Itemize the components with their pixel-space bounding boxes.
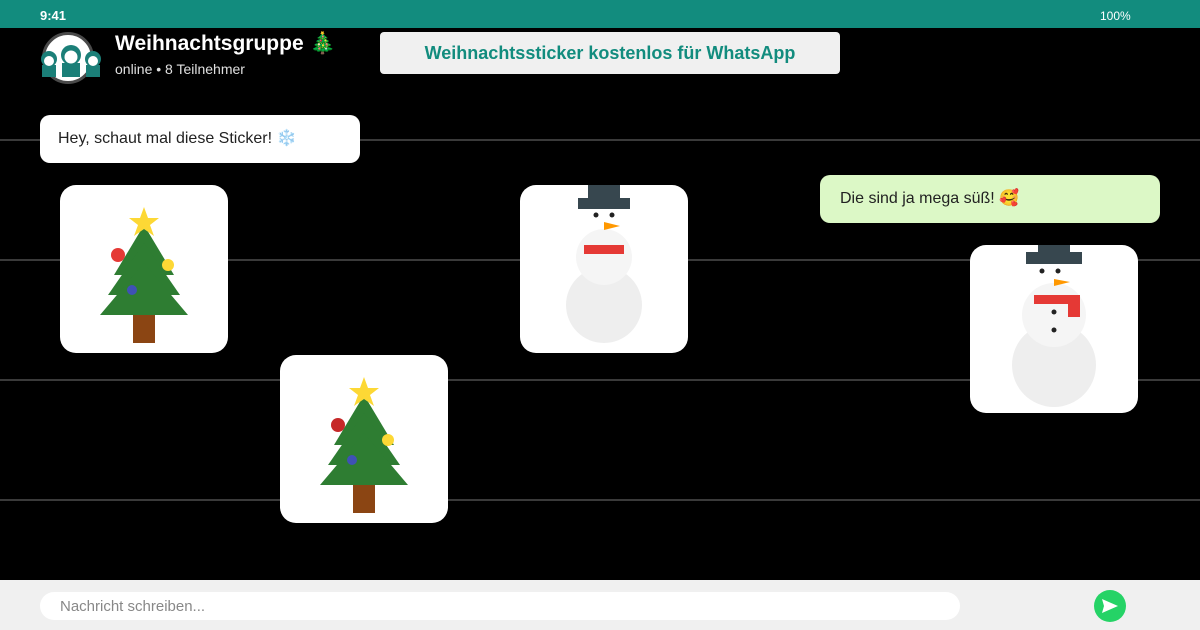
send-button[interactable] xyxy=(1094,590,1126,622)
status-time: 9:41 xyxy=(40,8,67,23)
christmas-tree-icon xyxy=(100,207,188,343)
snowman-icon xyxy=(566,185,642,343)
status-bar: 9:41 100% xyxy=(0,0,1200,28)
snowman-icon xyxy=(1012,245,1096,407)
sticker-christmas-tree[interactable] xyxy=(280,355,448,523)
group-people-icon xyxy=(41,45,101,77)
outgoing-message[interactable]: Die sind ja mega süß! 🥰 xyxy=(820,175,1160,223)
composer-bar xyxy=(0,580,1200,630)
promo-banner[interactable]: Weihnachtssticker kostenlos für WhatsApp xyxy=(380,32,840,74)
chat-title[interactable]: Weihnachtsgruppe 🎄 xyxy=(115,32,336,56)
send-icon xyxy=(1102,599,1118,613)
incoming-message[interactable]: Hey, schaut mal diese Sticker! ❄️ xyxy=(40,115,360,163)
chat-subtitle: online • 8 Teilnehmer xyxy=(115,61,245,77)
message-input[interactable] xyxy=(40,592,960,620)
sticker-snowman[interactable] xyxy=(520,185,688,353)
sticker-snowman[interactable] xyxy=(970,245,1138,413)
christmas-tree-icon xyxy=(320,377,408,513)
sticker-christmas-tree[interactable] xyxy=(60,185,228,353)
group-avatar[interactable] xyxy=(41,32,101,84)
battery-level: 100% xyxy=(1100,9,1131,23)
divider-line xyxy=(0,499,1200,501)
